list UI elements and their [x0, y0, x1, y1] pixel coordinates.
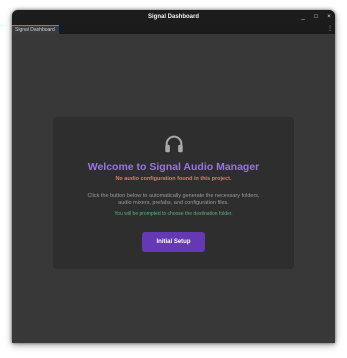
setup-description: Click the button below to automatically … [87, 193, 260, 206]
no-config-warning: No audio configuration found in this pro… [115, 176, 232, 182]
maximize-button[interactable]: □ [311, 10, 321, 25]
title-bar[interactable]: Signal Dashboard _ □ × [12, 10, 335, 25]
welcome-title: Welcome to Signal Audio Manager [87, 161, 260, 173]
tab-menu-icon[interactable]: ⋮ [327, 25, 333, 34]
tab-bar: Signal Dashboard ⋮ [12, 25, 335, 34]
window-title: Signal Dashboard [147, 14, 199, 20]
editor-window: Signal Dashboard _ □ × Signal Dashboard … [12, 10, 335, 343]
headphones-icon [165, 135, 183, 153]
minimize-button[interactable]: _ [298, 10, 308, 25]
destination-hint: You will be prompted to choose the desti… [114, 211, 233, 217]
dashboard-content: Welcome to Signal Audio Manager No audio… [12, 34, 335, 343]
close-button[interactable]: × [324, 10, 334, 25]
initial-setup-button[interactable]: Initial Setup [142, 232, 205, 252]
tab-signal-dashboard[interactable]: Signal Dashboard [12, 25, 59, 34]
welcome-card: Welcome to Signal Audio Manager No audio… [53, 117, 294, 269]
